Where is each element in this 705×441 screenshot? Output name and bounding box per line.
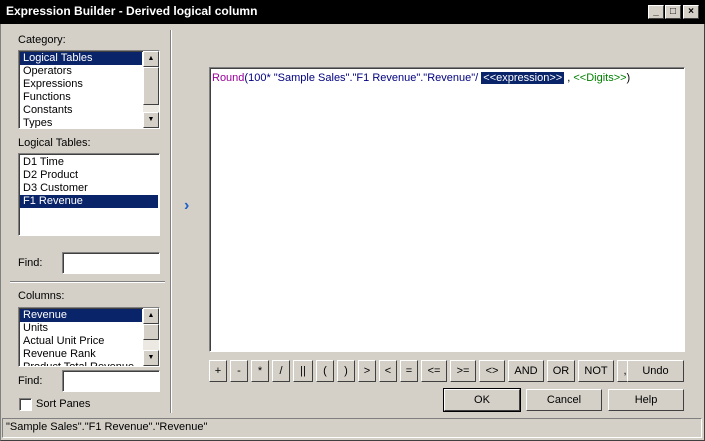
expression-placeholder[interactable]: <<expression>> (481, 72, 565, 84)
window-title: Expression Builder - Derived logical col… (6, 4, 258, 18)
insert-arrow-icon[interactable]: › (184, 197, 189, 215)
expression-editor[interactable]: Round(100* "Sample Sales"."F1 Revenue"."… (209, 67, 685, 352)
scroll-down-icon[interactable]: ▼ (143, 350, 159, 366)
minimize-button[interactable]: _ (648, 5, 664, 19)
column-reference: "Sample Sales"."F1 Revenue"."Revenue" (273, 72, 476, 84)
digits-placeholder[interactable]: <<Digits>> (573, 72, 626, 84)
columns-label: Columns: (18, 290, 65, 302)
operator-button[interactable]: - (230, 360, 248, 382)
list-item[interactable]: Revenue Rank (20, 348, 142, 361)
operator-button[interactable]: / (272, 360, 290, 382)
cancel-button[interactable]: Cancel (526, 389, 602, 411)
operator-button[interactable]: ) (337, 360, 355, 382)
list-item[interactable]: Operators (20, 65, 142, 78)
list-item[interactable]: D3 Customer (20, 182, 158, 195)
category-label: Category: (18, 34, 66, 46)
vertical-divider-highlight (171, 30, 172, 413)
list-item[interactable]: Types (20, 117, 142, 128)
status-bar: "Sample Sales"."F1 Revenue"."Revenue" (2, 418, 702, 438)
maximize-button[interactable]: □ (665, 5, 681, 19)
scroll-down-icon[interactable]: ▼ (143, 112, 159, 128)
list-item[interactable]: Logical Tables (20, 52, 142, 65)
scroll-up-icon[interactable]: ▲ (143, 51, 159, 67)
operator-button[interactable]: <> (479, 360, 505, 382)
expression-text[interactable]: Round(100* "Sample Sales"."F1 Revenue"."… (212, 72, 630, 84)
list-item[interactable]: Constants (20, 104, 142, 117)
list-item[interactable]: D2 Product (20, 169, 158, 182)
logical-tables-label: Logical Tables: (18, 137, 91, 149)
operator-button[interactable]: OR (547, 360, 575, 382)
list-item[interactable]: Expressions (20, 78, 142, 91)
category-scrollbar[interactable]: ▲ ▼ (143, 51, 159, 128)
find-label: Find: (18, 375, 43, 387)
sort-panes-label: Sort Panes (36, 398, 91, 410)
find-columns-input[interactable] (62, 370, 160, 392)
list-item[interactable]: Revenue (20, 309, 142, 322)
expression-segment: (100* (244, 72, 274, 84)
scroll-thumb[interactable] (143, 67, 159, 105)
columns-list[interactable]: Revenue Units Actual Unit Price Revenue Ran… (18, 307, 160, 367)
list-item[interactable]: Functions (20, 91, 142, 104)
list-item[interactable]: F1 Revenue (20, 195, 158, 208)
undo-button[interactable]: Undo (627, 360, 684, 382)
operator-button[interactable]: > (358, 360, 376, 382)
operator-button[interactable]: * (251, 360, 269, 382)
list-item[interactable]: Units (20, 322, 142, 335)
operator-button[interactable]: >= (450, 360, 476, 382)
scroll-up-icon[interactable]: ▲ (143, 308, 159, 324)
operator-button[interactable]: || (293, 360, 313, 382)
operator-button[interactable]: NOT (578, 360, 614, 382)
find-tables-input[interactable] (62, 252, 160, 274)
operator-button[interactable]: ( (316, 360, 334, 382)
pane-divider-highlight (10, 282, 165, 283)
function-name: Round (212, 72, 245, 84)
list-item[interactable]: Actual Unit Price (20, 335, 142, 348)
operator-button[interactable]: AND (508, 360, 544, 382)
category-list[interactable]: Logical Tables Operators Expressions Functi… (18, 50, 160, 129)
list-item[interactable]: D1 Time (20, 156, 158, 169)
scroll-thumb[interactable] (143, 324, 159, 340)
operator-button[interactable]: = (400, 360, 418, 382)
help-button[interactable]: Help (608, 389, 684, 411)
expression-segment: , (564, 72, 574, 84)
close-button[interactable]: × (683, 5, 699, 19)
columns-scrollbar[interactable]: ▲ ▼ (143, 308, 159, 366)
logical-tables-list[interactable]: D1 Time D2 Product D3 Customer F1 Revenue (18, 153, 160, 236)
operator-button[interactable]: <= (421, 360, 447, 382)
expression-segment: ) (626, 72, 631, 84)
operator-button[interactable]: + (209, 360, 227, 382)
find-label: Find: (18, 257, 43, 269)
list-item[interactable]: Product Total Revenue (20, 361, 142, 366)
ok-button[interactable]: OK (443, 388, 521, 412)
sort-panes-checkbox[interactable] (19, 398, 32, 411)
operator-button[interactable]: < (379, 360, 397, 382)
